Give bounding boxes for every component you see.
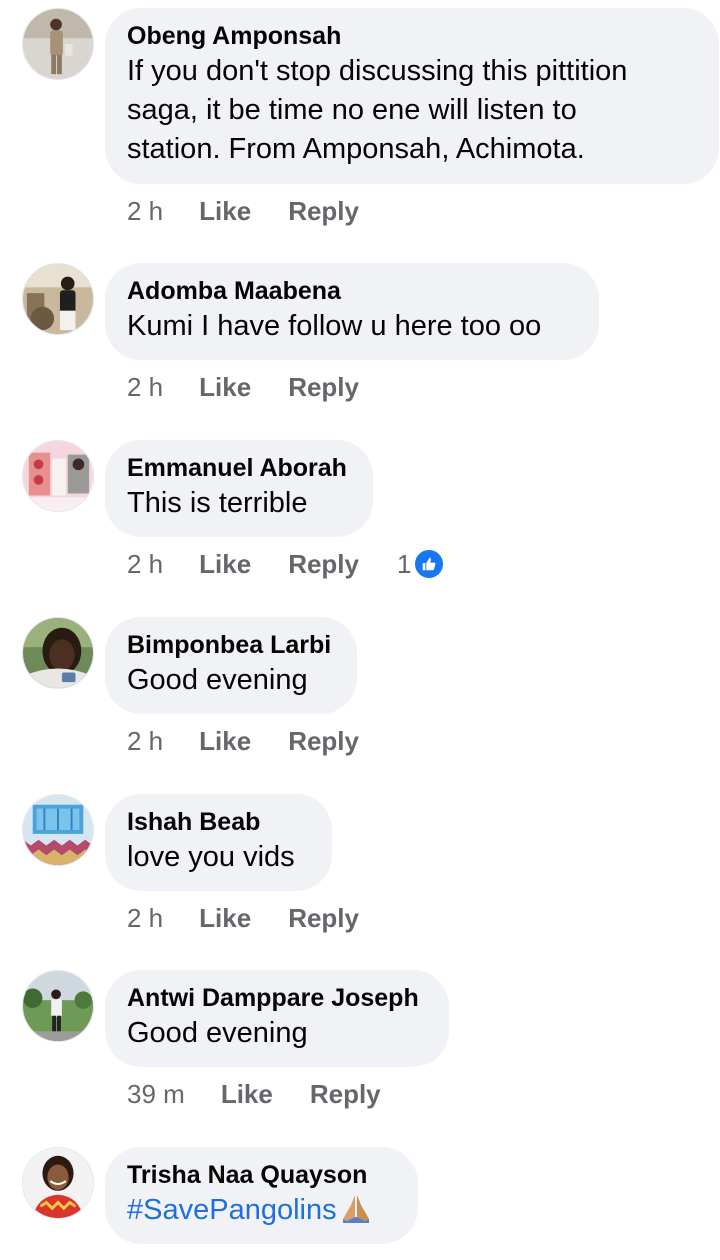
like-button[interactable]: Like	[199, 726, 251, 757]
like-button[interactable]: Like	[199, 903, 251, 934]
outdoor-person-photo	[23, 971, 93, 1041]
reaction-summary[interactable]: 1	[397, 548, 446, 580]
comment-bubble: Trisha Naa Quayson #SavePangolins	[105, 1147, 418, 1244]
hashtag-link[interactable]: #SavePangolins	[127, 1194, 337, 1226]
person-indoors-photo	[23, 264, 93, 334]
like-button[interactable]: Like	[199, 372, 251, 403]
comment-actions: 2 h Like Reply	[127, 900, 359, 936]
reply-button[interactable]: Reply	[288, 903, 359, 934]
avatar[interactable]	[22, 794, 94, 866]
comment-bubble: Bimponbea Larbi Good evening	[105, 617, 357, 714]
comment-author[interactable]: Adomba Maabena	[127, 275, 577, 307]
comment-author[interactable]: Trisha Naa Quayson	[127, 1159, 396, 1191]
thumbs-up-icon	[413, 548, 446, 580]
comment-author[interactable]: Emmanuel Aborah	[127, 452, 351, 484]
person-standing-photo	[23, 9, 93, 79]
comment-text: Good evening	[127, 664, 308, 696]
comment-time[interactable]: 2 h	[127, 549, 163, 580]
comment-text: #SavePangolins	[127, 1191, 396, 1230]
comment-author[interactable]: Antwi Damppare Joseph	[127, 982, 427, 1014]
comment-time[interactable]: 2 h	[127, 903, 163, 934]
avatar[interactable]	[22, 970, 94, 1042]
avatar[interactable]	[22, 8, 94, 80]
comment-text: This is terrible	[127, 487, 308, 519]
reply-button[interactable]: Reply	[310, 1079, 381, 1110]
comment-bubble: Obeng Amponsah If you don't stop discuss…	[105, 8, 719, 184]
blue-pattern-photo	[23, 795, 93, 865]
avatar[interactable]	[22, 440, 94, 512]
comment-time[interactable]: 39 m	[127, 1079, 185, 1110]
smiling-woman-photo	[23, 1148, 93, 1218]
comment-bubble: Ishah Beab love you vids	[105, 794, 332, 891]
comment-text: love you vids	[127, 841, 295, 873]
folded-hands-emoji	[339, 1191, 373, 1225]
comment-actions: 2 h Like Reply 1	[127, 546, 446, 582]
reply-button[interactable]: Reply	[288, 372, 359, 403]
comment-actions: 2 h Like Reply	[127, 369, 359, 405]
like-button[interactable]: Like	[199, 196, 251, 227]
reply-button[interactable]: Reply	[288, 196, 359, 227]
comment-time[interactable]: 2 h	[127, 196, 163, 227]
avatar[interactable]	[22, 617, 94, 689]
like-button[interactable]: Like	[221, 1079, 273, 1110]
comment-bubble: Antwi Damppare Joseph Good evening	[105, 970, 449, 1067]
comment-actions: 39 m Like Reply	[127, 1076, 381, 1112]
comment-text: Good evening	[127, 1017, 308, 1049]
comment-time[interactable]: 2 h	[127, 726, 163, 757]
like-button[interactable]: Like	[199, 549, 251, 580]
avatar[interactable]	[22, 263, 94, 335]
reply-button[interactable]: Reply	[288, 726, 359, 757]
reply-button[interactable]: Reply	[288, 549, 359, 580]
comment-text: If you don't stop discussing this pittit…	[127, 55, 628, 165]
avatar[interactable]	[22, 1147, 94, 1219]
selfie-photo	[23, 618, 93, 688]
comment-bubble: Emmanuel Aborah This is terrible	[105, 440, 373, 537]
comment-text: Kumi I have follow u here too oo	[127, 310, 542, 342]
comment-actions: 2 h Like Reply	[127, 193, 359, 229]
comment-author[interactable]: Ishah Beab	[127, 806, 310, 838]
comment-bubble: Adomba Maabena Kumi I have follow u here…	[105, 263, 599, 360]
pink-collage-photo	[23, 441, 93, 511]
comment-time[interactable]: 2 h	[127, 372, 163, 403]
reaction-count: 1	[397, 548, 412, 579]
comment-actions: 2 h Like Reply	[127, 723, 359, 759]
comment-author[interactable]: Bimponbea Larbi	[127, 629, 335, 661]
comment-author[interactable]: Obeng Amponsah	[127, 20, 697, 52]
